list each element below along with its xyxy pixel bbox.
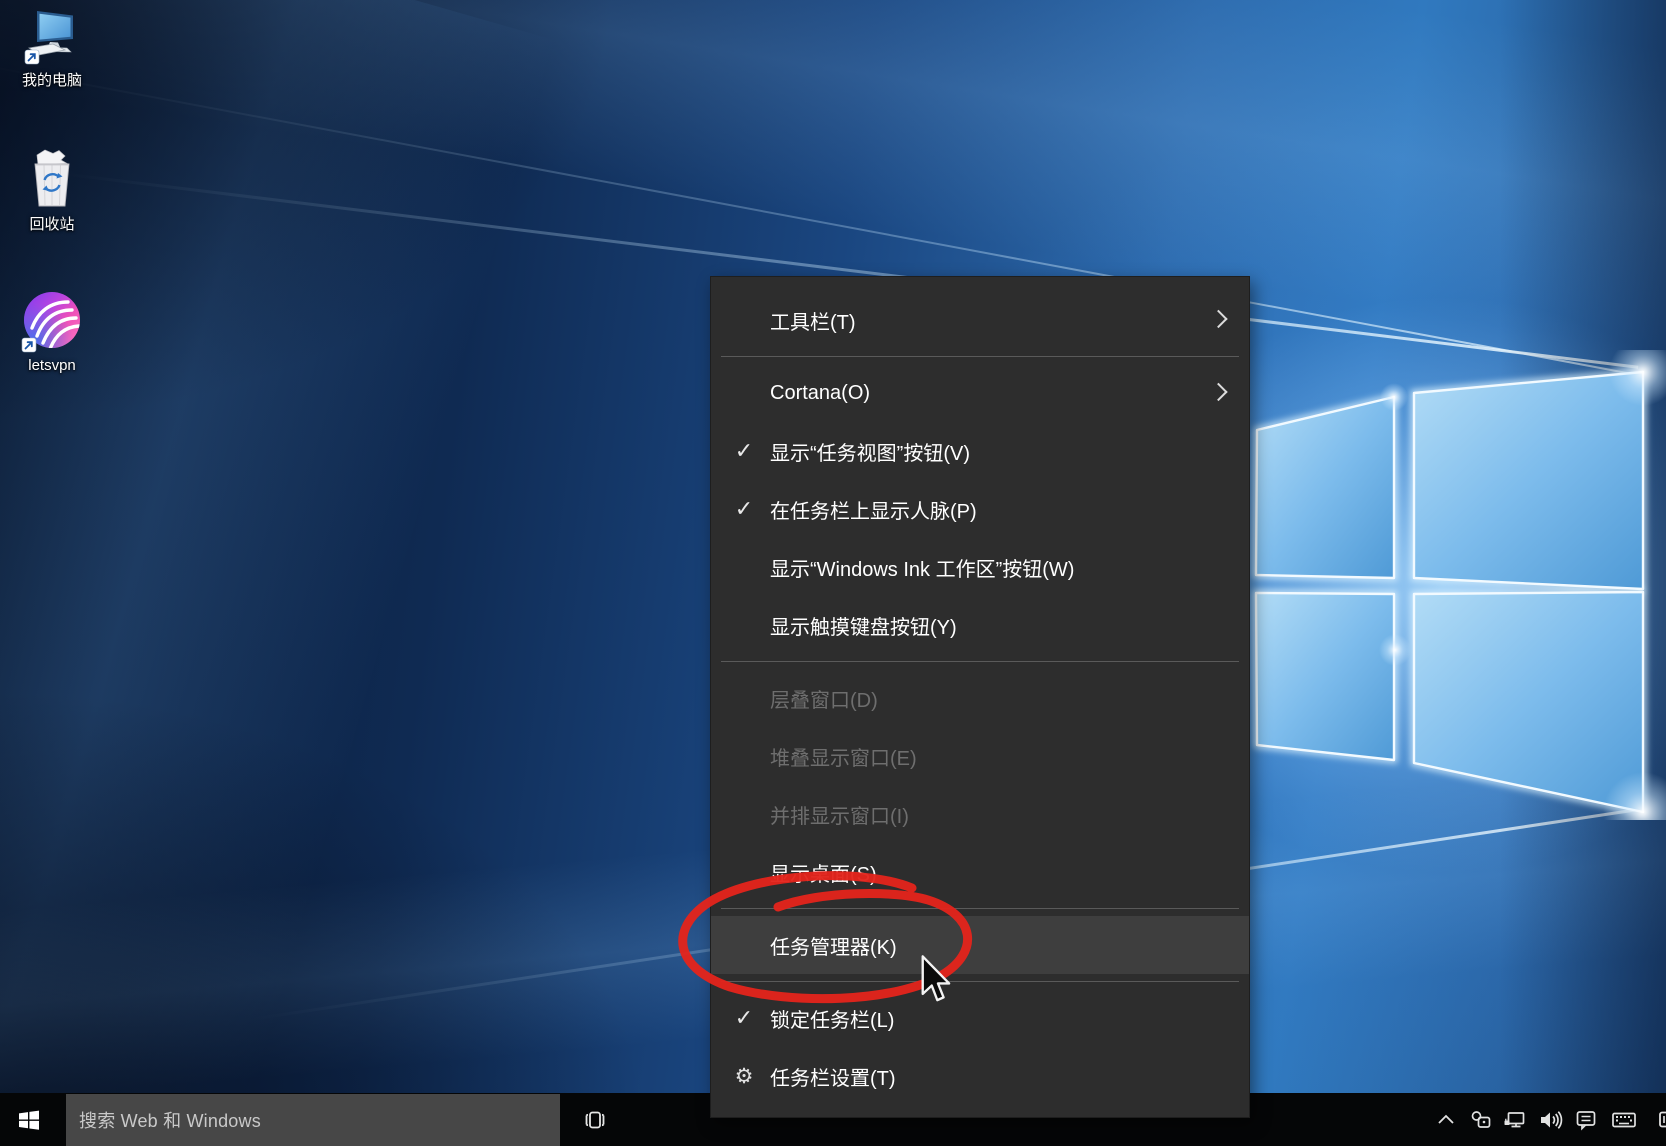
menu-item-show-task-view-button[interactable]: ✓ 显示“任务视图”按钮(V) bbox=[711, 422, 1249, 480]
action-center-icon bbox=[1573, 1107, 1599, 1133]
menu-separator bbox=[721, 981, 1239, 982]
desktop-icon-my-computer[interactable]: 我的电脑 bbox=[2, 8, 102, 90]
menu-item-show-touch-keyboard[interactable]: 显示触摸键盘按钮(Y) bbox=[711, 596, 1249, 654]
desktop-icon-recycle-bin[interactable]: 回收站 bbox=[2, 148, 102, 234]
checkmark-icon: ✓ bbox=[725, 1005, 763, 1031]
checkmark-icon: ✓ bbox=[725, 496, 763, 522]
clipped-tray-icon bbox=[1652, 1107, 1666, 1133]
menu-item-toolbars[interactable]: 工具栏(T) bbox=[711, 291, 1249, 349]
menu-item-taskbar-settings[interactable]: ⚙ 任务栏设置(T) bbox=[711, 1047, 1249, 1105]
my-computer-icon bbox=[23, 8, 81, 66]
desktop-icon-label: 回收站 bbox=[2, 213, 102, 234]
network-tray-button[interactable] bbox=[1498, 1093, 1532, 1146]
taskbar-context-menu: 工具栏(T) Cortana(O) ✓ 显示“任务视图”按钮(V) ✓ 在任务栏… bbox=[710, 276, 1250, 1118]
taskbar-search-box[interactable]: 搜索 Web 和 Windows bbox=[66, 1094, 560, 1146]
windows-logo-icon bbox=[18, 1109, 40, 1131]
menu-item-label: 任务栏设置(T) bbox=[770, 1062, 896, 1091]
menu-item-show-windows-ink-workspace[interactable]: 显示“Windows Ink 工作区”按钮(W) bbox=[711, 538, 1249, 596]
menu-item-label: 工具栏(T) bbox=[770, 306, 856, 335]
menu-item-label: 显示触摸键盘按钮(Y) bbox=[770, 611, 957, 640]
menu-separator bbox=[721, 356, 1239, 357]
gear-icon: ⚙ bbox=[725, 1064, 763, 1089]
touch-keyboard-icon bbox=[1610, 1107, 1638, 1133]
menu-item-cascade-windows[interactable]: 层叠窗口(D) bbox=[711, 669, 1249, 727]
show-hidden-icons-button[interactable] bbox=[1429, 1093, 1463, 1146]
menu-item-show-windows-side-by-side[interactable]: 并排显示窗口(I) bbox=[711, 785, 1249, 843]
start-button[interactable] bbox=[0, 1093, 58, 1146]
search-placeholder-text: 搜索 Web 和 Windows bbox=[79, 1107, 261, 1133]
chevron-right-icon bbox=[1209, 383, 1227, 401]
task-view-button[interactable] bbox=[571, 1093, 619, 1146]
clipped-edge-tray-button[interactable] bbox=[1650, 1093, 1666, 1146]
menu-item-label: 显示“Windows Ink 工作区”按钮(W) bbox=[770, 553, 1074, 582]
action-center-button[interactable] bbox=[1569, 1093, 1603, 1146]
menu-separator bbox=[721, 908, 1239, 909]
windows-hero-logo bbox=[1240, 350, 1666, 820]
letsvpn-icon bbox=[20, 290, 84, 354]
recycle-bin-icon bbox=[25, 148, 79, 210]
vpn-tray-icon-button[interactable] bbox=[1464, 1093, 1498, 1146]
menu-item-cortana[interactable]: Cortana(O) bbox=[711, 364, 1249, 422]
menu-item-show-people-on-taskbar[interactable]: ✓ 在任务栏上显示人脉(P) bbox=[711, 480, 1249, 538]
menu-item-label: 显示“任务视图”按钮(V) bbox=[770, 437, 970, 466]
network-icon bbox=[1502, 1107, 1528, 1133]
task-view-icon bbox=[582, 1107, 608, 1133]
windows-desktop: 我的电脑 回收站 bbox=[0, 0, 1666, 1146]
touch-keyboard-button[interactable] bbox=[1607, 1093, 1641, 1146]
menu-item-label: 锁定任务栏(L) bbox=[770, 1004, 894, 1033]
menu-item-label: 堆叠显示窗口(E) bbox=[770, 742, 917, 771]
menu-separator bbox=[721, 661, 1239, 662]
menu-item-lock-taskbar[interactable]: ✓ 锁定任务栏(L) bbox=[711, 989, 1249, 1047]
menu-item-label: 并排显示窗口(I) bbox=[770, 800, 909, 829]
menu-item-label: 显示桌面(S) bbox=[770, 858, 877, 887]
desktop-icon-label: 我的电脑 bbox=[2, 69, 102, 90]
menu-item-label: 在任务栏上显示人脉(P) bbox=[770, 495, 977, 524]
menu-item-label: 层叠窗口(D) bbox=[770, 684, 878, 713]
speaker-icon bbox=[1537, 1107, 1563, 1133]
menu-item-task-manager[interactable]: 任务管理器(K) bbox=[711, 916, 1249, 974]
menu-item-label: 任务管理器(K) bbox=[770, 931, 897, 960]
volume-tray-button[interactable] bbox=[1533, 1093, 1567, 1146]
menu-item-show-desktop[interactable]: 显示桌面(S) bbox=[711, 843, 1249, 901]
desktop-icon-label: letsvpn bbox=[2, 357, 102, 374]
checkmark-icon: ✓ bbox=[725, 438, 763, 464]
chevron-up-icon bbox=[1433, 1107, 1459, 1133]
desktop-icon-letsvpn[interactable]: letsvpn bbox=[2, 290, 102, 374]
menu-item-label: Cortana(O) bbox=[770, 382, 870, 405]
vpn-lock-icon bbox=[1468, 1107, 1494, 1133]
menu-item-show-windows-stacked[interactable]: 堆叠显示窗口(E) bbox=[711, 727, 1249, 785]
chevron-right-icon bbox=[1209, 310, 1227, 328]
